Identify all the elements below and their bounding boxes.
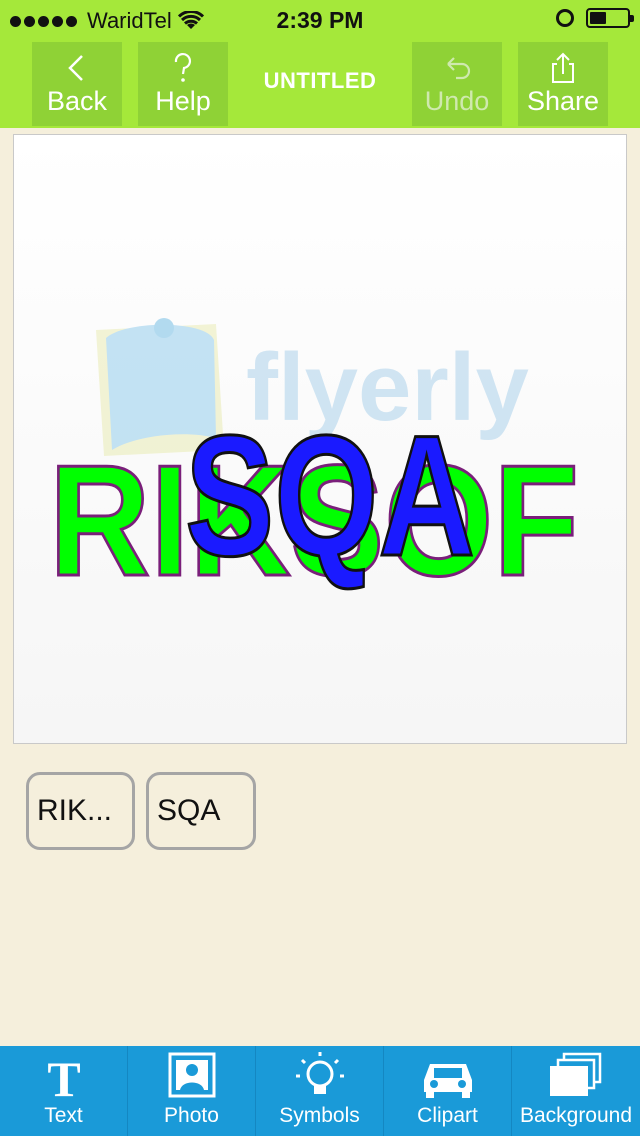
- alarm-icon: [556, 9, 574, 27]
- battery-icon: [586, 8, 634, 28]
- layer-chip-sqa[interactable]: SQA: [146, 772, 256, 850]
- photo-icon: [168, 1052, 216, 1098]
- share-label: Share: [526, 86, 600, 116]
- tab-clipart[interactable]: Clipart: [384, 1046, 512, 1136]
- bottom-tab-bar: T Text Photo Symbols Clipart Background: [0, 1046, 640, 1136]
- tab-symbols[interactable]: Symbols: [256, 1046, 384, 1136]
- tab-clipart-label: Clipart: [417, 1104, 478, 1127]
- lightbulb-icon: [296, 1052, 344, 1094]
- question-mark-icon: [174, 53, 191, 82]
- canvas-layer-sqa[interactable]: SQA: [184, 399, 477, 594]
- undo-label: Undo: [424, 86, 490, 116]
- undo-icon: [447, 57, 471, 80]
- tab-photo-label: Photo: [164, 1104, 219, 1127]
- text-T-icon: T: [47, 1051, 80, 1102]
- share-button[interactable]: Share: [518, 42, 608, 126]
- layer-chip-riksof[interactable]: RIK...: [26, 772, 135, 850]
- tab-background[interactable]: Background: [512, 1046, 640, 1136]
- layers-icon: [550, 1052, 602, 1096]
- back-button[interactable]: Back: [32, 42, 122, 126]
- help-label: Help: [155, 86, 211, 116]
- tab-background-label: Background: [519, 1104, 633, 1127]
- chevron-left-icon: [68, 55, 83, 81]
- tab-photo[interactable]: Photo: [128, 1046, 256, 1136]
- share-icon: [552, 52, 574, 83]
- flyer-canvas[interactable]: flyerly RIKSOF SQA: [13, 134, 627, 744]
- layer-chip-label: RIK...: [37, 794, 113, 827]
- svg-text:T: T: [47, 1051, 80, 1102]
- tab-symbols-label: Symbols: [279, 1104, 360, 1127]
- status-bar: WaridTel 2:39 PM: [0, 0, 640, 40]
- help-button[interactable]: Help: [138, 42, 228, 126]
- back-label: Back: [46, 86, 108, 116]
- canvas-text-layers: RIKSOF SQA: [48, 399, 581, 611]
- undo-button[interactable]: Undo: [412, 42, 502, 126]
- document-title: UNTITLED: [263, 68, 377, 93]
- layer-chip-label: SQA: [157, 794, 221, 827]
- tab-text-label: Text: [44, 1104, 83, 1127]
- status-right: [556, 8, 634, 28]
- status-time: 2:39 PM: [276, 7, 364, 33]
- car-icon: [424, 1064, 472, 1098]
- tab-text[interactable]: T Text: [0, 1046, 128, 1136]
- top-bar: WaridTel 2:39 PM Back Help UNTITLED Undo…: [0, 0, 640, 128]
